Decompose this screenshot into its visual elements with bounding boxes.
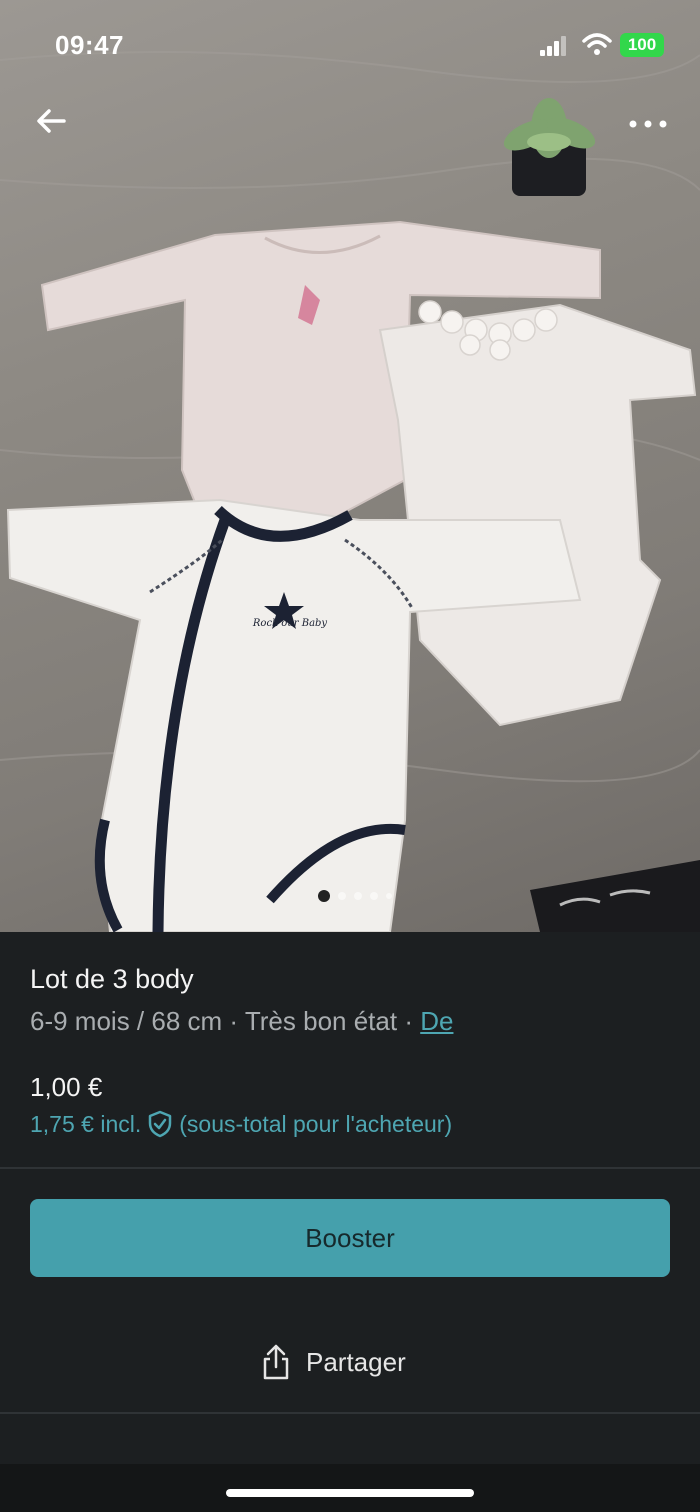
- bottom-bar: [0, 1464, 700, 1512]
- share-button[interactable]: Partager: [260, 1337, 406, 1387]
- carousel-indicator[interactable]: [318, 888, 392, 904]
- divider: [0, 1412, 700, 1414]
- carousel-dot[interactable]: [370, 892, 378, 900]
- price-note: (sous-total pour l'acheteur): [179, 1110, 453, 1137]
- status-time: 09:47: [55, 30, 124, 60]
- battery-indicator: 100: [620, 33, 664, 57]
- buyer-price-info[interactable]: 1,75 € incl. (sous-total pour l'acheteur…: [30, 1110, 452, 1138]
- booster-button[interactable]: Booster: [30, 1199, 670, 1277]
- divider: [0, 1167, 700, 1169]
- status-bar: 09:47 100: [0, 0, 700, 90]
- listing-price: 1,00 €: [30, 1072, 103, 1102]
- arrow-left-icon: [37, 109, 66, 133]
- carousel-dot[interactable]: [338, 892, 346, 900]
- carousel-dot[interactable]: [386, 893, 392, 899]
- more-options-button[interactable]: [620, 104, 676, 144]
- cellular-signal-icon: [540, 36, 566, 56]
- listing-size: 6-9 mois / 68 cm: [30, 1006, 223, 1036]
- listing-meta: 6-9 mois / 68 cm · Très bon état · De: [30, 1006, 453, 1037]
- share-icon: [263, 1344, 289, 1380]
- wifi-icon: [582, 33, 612, 55]
- listing-condition: Très bon état: [244, 1006, 398, 1036]
- home-indicator[interactable]: [226, 1489, 474, 1497]
- photo-illustration: Rock our Baby: [0, 51, 700, 932]
- carousel-dot-active[interactable]: [318, 890, 330, 902]
- print-text: Rock our Baby: [252, 618, 328, 629]
- share-label: Partager: [306, 1346, 406, 1377]
- meta-separator: ·: [404, 1006, 413, 1036]
- back-button[interactable]: [30, 100, 72, 142]
- price-incl: 1,75 € incl.: [30, 1110, 142, 1137]
- brand-link[interactable]: De: [420, 1006, 453, 1036]
- meta-separator: ·: [229, 1006, 239, 1036]
- carousel-dot[interactable]: [354, 892, 362, 900]
- product-photo[interactable]: Rock our Baby 09:47 100: [0, 0, 700, 932]
- more-dots-icon: [629, 120, 667, 128]
- listing-title: Lot de 3 body: [30, 964, 194, 994]
- shield-check-icon: [149, 1110, 172, 1138]
